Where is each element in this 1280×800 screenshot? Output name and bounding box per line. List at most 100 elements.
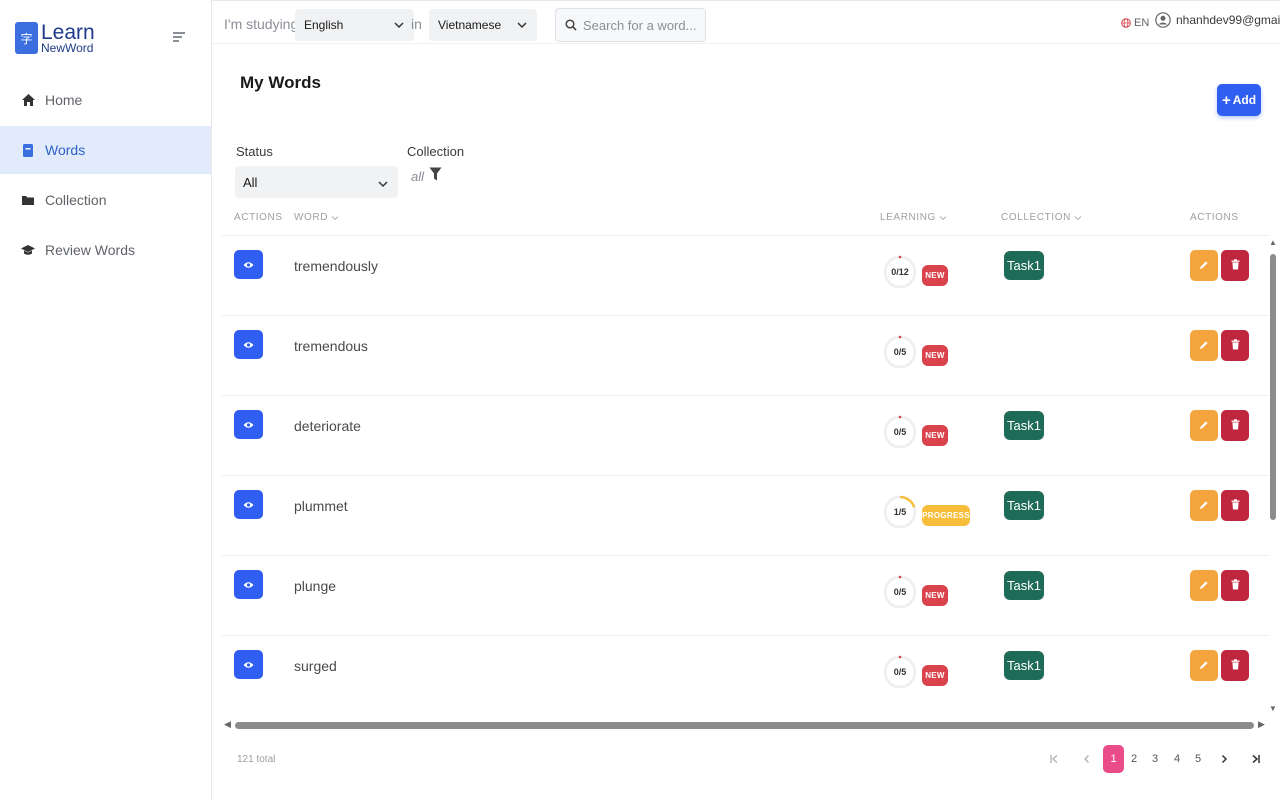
word-text: tremendous [294,338,368,354]
sidebar-item-collection[interactable]: Collection [0,176,211,224]
pencil-icon [1199,337,1209,355]
word-text: surged [294,658,337,674]
learning-progress-text: 0/5 [893,427,907,437]
user-menu[interactable]: nhanhdev99@gmail.com [1155,12,1280,28]
word-text: plummet [294,498,348,514]
logo-icon: 字 [15,22,38,54]
studying-language-select[interactable]: English [295,9,414,41]
sidebar-item-label: Words [45,142,86,158]
page-title: My Words [240,73,321,92]
sidebar-item-words[interactable]: Words [0,126,211,174]
first-page-icon[interactable] [1046,745,1062,773]
status-badge: NEW [922,265,948,286]
chevron-down-icon [378,177,388,192]
page-button-4[interactable]: 4 [1170,745,1184,773]
status-badge: NEW [922,665,948,686]
edit-word-button[interactable] [1190,330,1218,361]
word-text: tremendously [294,258,379,274]
eye-icon [243,656,254,674]
sidebar-item-home[interactable]: Home [0,76,211,124]
menu-collapse-icon[interactable] [173,31,187,43]
trash-icon [1231,657,1240,675]
sidebar-item-review-words[interactable]: Review Words [0,226,211,274]
scroll-thumb[interactable] [1270,254,1276,520]
word-text: plunge [294,578,337,594]
avatar-icon [1155,12,1171,28]
view-word-button[interactable] [234,330,263,359]
eye-icon [243,256,254,274]
edit-word-button[interactable] [1190,490,1218,521]
column-header-learning[interactable]: LEARNING [880,212,947,223]
edit-word-button[interactable] [1190,570,1218,601]
edit-word-button[interactable] [1190,250,1218,281]
collection-tag[interactable]: Task1 [1004,491,1044,520]
sort-chevron-icon [1074,214,1082,222]
delete-word-button[interactable] [1221,330,1249,361]
view-word-button[interactable] [234,650,263,679]
sort-chevron-icon [939,214,947,222]
sidebar-item-label: Collection [45,192,107,208]
total-count: 121 total [237,754,276,765]
pencil-icon [1199,577,1209,595]
status-filter-select[interactable]: All [235,166,398,198]
view-word-button[interactable] [234,490,263,519]
edit-word-button[interactable] [1190,650,1218,681]
view-word-button[interactable] [234,410,263,439]
collection-tag[interactable]: Task1 [1004,411,1044,440]
language-switcher[interactable]: EN [1121,17,1149,29]
column-header-collection[interactable]: COLLECTION [1001,212,1082,223]
logo[interactable]: 字 Learn NewWord [15,22,95,54]
pencil-icon [1199,417,1209,435]
chevron-down-icon [394,19,404,33]
words-table: tremendously 0/12 NEW Task1 tremendous 0… [222,235,1268,715]
eye-icon [243,496,254,514]
vertical-scrollbar[interactable]: ▲ ▼ [1266,238,1280,716]
learning-progress-text: 0/5 [893,587,907,597]
page-button-3[interactable]: 3 [1148,745,1162,773]
page-button-5[interactable]: 5 [1191,745,1205,773]
column-header-actions: ACTIONS [234,212,283,223]
prev-page-icon[interactable] [1079,745,1095,773]
native-language-select[interactable]: Vietnamese [429,9,537,41]
collection-filter-value: all [411,169,425,184]
view-word-button[interactable] [234,250,263,279]
delete-word-button[interactable] [1221,410,1249,441]
column-header-word[interactable]: WORD [294,212,339,223]
in-label: in [411,16,422,32]
table-row: deteriorate 0/5 NEW Task1 [222,396,1268,476]
next-page-icon[interactable] [1216,745,1232,773]
eye-icon [243,576,254,594]
status-badge: PROGRESS [922,505,970,526]
book-icon [20,142,36,158]
view-word-button[interactable] [234,570,263,599]
delete-word-button[interactable] [1221,490,1249,521]
collection-tag[interactable]: Task1 [1004,571,1044,600]
delete-word-button[interactable] [1221,570,1249,601]
learning-progress-text: 1/5 [893,507,907,517]
scroll-up-icon[interactable]: ▲ [1269,238,1277,247]
scroll-thumb[interactable] [235,722,1254,729]
last-page-icon[interactable] [1248,745,1264,773]
trash-icon [1231,577,1240,595]
scroll-right-icon[interactable]: ▶ [1258,719,1265,730]
status-filter-label: Status [236,144,273,159]
collection-tag[interactable]: Task1 [1004,251,1044,280]
delete-word-button[interactable] [1221,250,1249,281]
scroll-left-icon[interactable]: ◀ [224,719,231,730]
logo-line1: Learn [41,21,95,44]
search-input[interactable]: Search for a word... [555,8,706,42]
add-word-button[interactable]: + Add [1217,84,1261,116]
page-button-2[interactable]: 2 [1127,745,1141,773]
page-button-1[interactable]: 1 [1103,745,1124,773]
scroll-down-icon[interactable]: ▼ [1269,704,1277,713]
word-text: deteriorate [294,418,361,434]
horizontal-scrollbar[interactable]: ◀ ▶ [222,718,1268,732]
studying-label: I'm studying [224,16,299,32]
eye-icon [243,336,254,354]
user-email: nhanhdev99@gmail.com [1176,13,1280,27]
collection-tag[interactable]: Task1 [1004,651,1044,680]
delete-word-button[interactable] [1221,650,1249,681]
filter-icon[interactable] [429,167,442,187]
edit-word-button[interactable] [1190,410,1218,441]
chevron-down-icon [517,19,527,33]
